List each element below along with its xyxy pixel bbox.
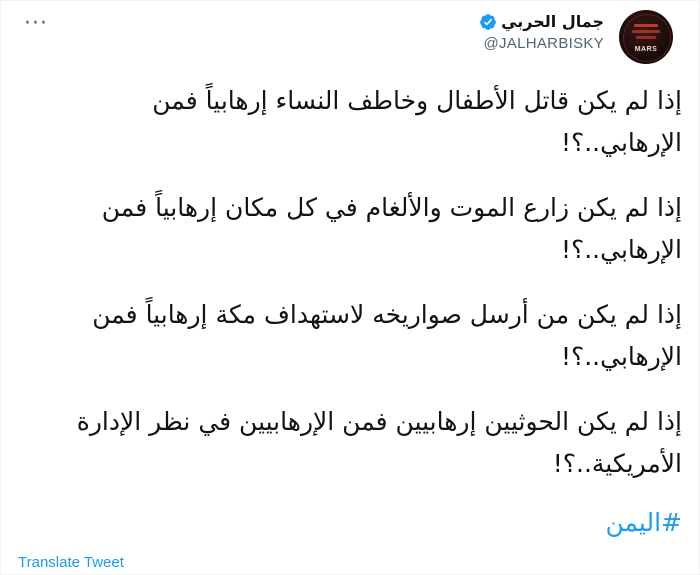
author-name-row: جمال الحربي xyxy=(479,12,604,31)
avatar-artwork xyxy=(631,24,661,42)
author-name[interactable]: جمال الحربي xyxy=(501,12,604,31)
tweet-paragraph: إذا لم يكن قاتل الأطفال وخاطف النساء إره… xyxy=(152,86,682,157)
author-handle[interactable]: @JALHARBISKY xyxy=(479,35,604,52)
avatar-logo-text: MARS xyxy=(634,46,658,53)
tweet-paragraph: إذا لم يكن الحوثيين إرهابيين فمن الإرهاب… xyxy=(76,407,682,478)
tweet-paragraph: إذا لم يكن من أرسل صواريخه لاستهداف مكة … xyxy=(92,300,682,371)
hashtag-link[interactable]: #اليمن xyxy=(605,508,682,537)
avatar[interactable]: MARS xyxy=(619,10,673,64)
tweet-text: إذا لم يكن قاتل الأطفال وخاطف النساء إره… xyxy=(36,80,682,508)
verified-badge-icon xyxy=(479,13,497,31)
translate-tweet-link[interactable]: Translate Tweet xyxy=(18,554,124,571)
author-info[interactable]: جمال الحربي @JALHARBISKY xyxy=(479,12,604,52)
tweet-header: ··· جمال الحربي @JALHARBISKY MARS xyxy=(24,10,690,70)
tweet-paragraph: إذا لم يكن زارع الموت والألغام في كل مكا… xyxy=(101,193,682,264)
more-options-icon[interactable]: ··· xyxy=(24,13,48,35)
